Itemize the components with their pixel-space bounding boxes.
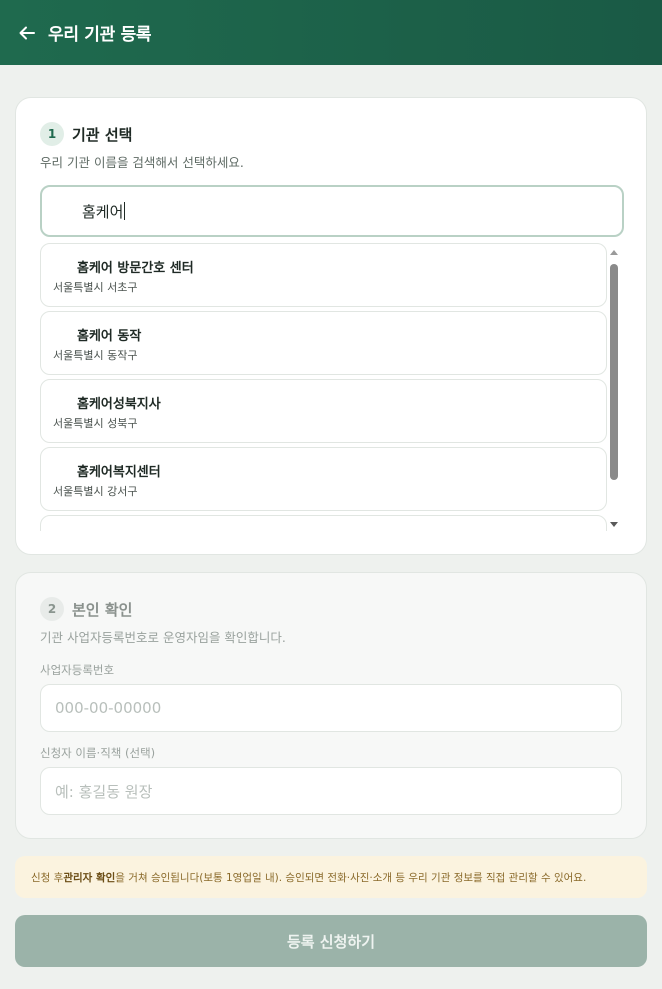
applicant-input[interactable]: 예: 홍길동 원장 bbox=[40, 767, 622, 815]
arrow-left-icon bbox=[19, 26, 35, 39]
search-input-value: 홈케어 bbox=[82, 202, 124, 221]
step2-number-badge: 2 bbox=[40, 597, 64, 621]
result-name: 홈케어성북지사 bbox=[77, 397, 161, 412]
applicant-placeholder: 예: 홍길동 원장 bbox=[55, 782, 153, 801]
scroll-thumb[interactable] bbox=[610, 264, 618, 480]
result-address: 서울특별시 성북구 bbox=[53, 417, 138, 430]
result-address: 서울특별시 동작구 bbox=[53, 349, 138, 362]
result-address: 서울특별시 강서구 bbox=[53, 485, 138, 498]
approval-notice: 신청 후 관리자 확인 을 거쳐 승인됩니다(보통 1영업일 내). 승인되면 전… bbox=[15, 856, 647, 898]
step2-header: 2 본인 확인 bbox=[40, 597, 132, 621]
result-name: 홈케어복지센터 bbox=[77, 465, 161, 480]
step1-title: 기관 선택 bbox=[72, 125, 133, 144]
business-number-placeholder: 000-00-00000 bbox=[55, 699, 162, 717]
step1-description: 우리 기관 이름을 검색해서 선택하세요. bbox=[40, 155, 244, 170]
agency-search-input[interactable]: 홈케어 bbox=[40, 185, 624, 237]
app-header: 우리 기관 등록 bbox=[0, 0, 662, 65]
notice-emphasis: 관리자 확인 bbox=[63, 871, 116, 884]
search-result-item[interactable]: 홈케어 방문간호 센터 서울특별시 서초구 bbox=[40, 243, 607, 307]
search-result-item[interactable]: 홈케어 동작 서울특별시 동작구 bbox=[40, 311, 607, 375]
step2-description: 기관 사업자등록번호로 운영자임을 확인합니다. bbox=[40, 630, 286, 645]
business-number-label: 사업자등록번호 bbox=[40, 663, 115, 677]
step1-number-badge: 1 bbox=[40, 122, 64, 146]
submit-button[interactable]: 등록 신청하기 bbox=[15, 915, 647, 967]
notice-prefix: 신청 후 bbox=[31, 871, 64, 884]
result-name: 홈케어 동작 bbox=[77, 329, 142, 344]
back-button[interactable] bbox=[16, 22, 38, 44]
result-address: 서울특별시 서초구 bbox=[53, 281, 138, 294]
search-result-item[interactable]: 홈케어성북지사 서울특별시 성북구 bbox=[40, 379, 607, 443]
search-result-item[interactable]: 홈케어복지센터 서울특별시 강서구 bbox=[40, 447, 607, 511]
business-number-input[interactable]: 000-00-00000 bbox=[40, 684, 622, 732]
result-name: 홈케어 방문간호 센터 bbox=[77, 261, 194, 276]
scroll-down-arrow-icon[interactable] bbox=[610, 522, 618, 527]
step2-title: 본인 확인 bbox=[72, 600, 133, 619]
applicant-label: 신청자 이름·직책 (선택) bbox=[40, 746, 156, 760]
step1-card: 1 기관 선택 우리 기관 이름을 검색해서 선택하세요. 홈케어 홈케어 방문… bbox=[15, 97, 647, 555]
scroll-up-arrow-icon[interactable] bbox=[610, 250, 618, 255]
page-title: 우리 기관 등록 bbox=[48, 25, 152, 45]
notice-suffix: 을 거쳐 승인됩니다(보통 1영업일 내). 승인되면 전화·사진·소개 등 우… bbox=[115, 871, 587, 884]
step1-header: 1 기관 선택 bbox=[40, 122, 132, 146]
results-scrollbar[interactable] bbox=[607, 246, 621, 534]
text-caret bbox=[124, 202, 126, 220]
search-result-item-partial[interactable] bbox=[40, 515, 607, 531]
step2-card: 2 본인 확인 기관 사업자등록번호로 운영자임을 확인합니다. 사업자등록번호… bbox=[15, 572, 647, 839]
search-results-list[interactable]: 홈케어 방문간호 센터 서울특별시 서초구 홈케어 동작 서울특별시 동작구 홈… bbox=[40, 243, 623, 531]
